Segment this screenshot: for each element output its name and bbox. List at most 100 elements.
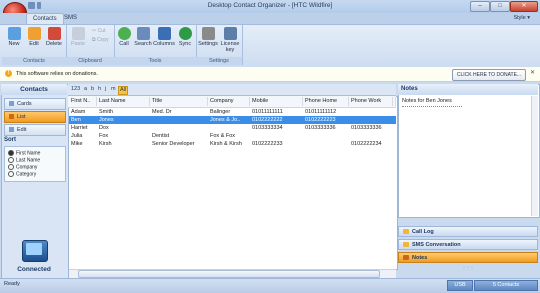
scrollbar-thumb[interactable]: [78, 270, 380, 278]
table-cell: [349, 116, 393, 124]
table-cell: Adam: [71, 109, 86, 115]
call-log-button[interactable]: Call Log: [398, 226, 538, 237]
nav-edit[interactable]: Edit: [4, 124, 66, 136]
column-header[interactable]: Title: [150, 97, 208, 106]
donation-message: This software relies on donations.: [16, 71, 98, 77]
letter-filter-b[interactable]: b: [90, 86, 95, 93]
pane-grip-icon[interactable]: ⋮⋮⋮: [398, 265, 538, 270]
table-cell: Senior Developer: [152, 141, 195, 147]
sms-conversation-button[interactable]: SMS Conversation: [398, 239, 538, 250]
sync-icon: [178, 27, 192, 40]
search-button[interactable]: Search: [133, 27, 153, 47]
settings-label: Settings: [198, 41, 218, 47]
table-cell: [250, 132, 303, 140]
sort-last-name-radio[interactable]: Last Name: [8, 157, 40, 163]
table-cell: 0102222223: [305, 117, 336, 123]
notes-separator: [402, 106, 462, 107]
table-cell: 0102222222: [252, 117, 283, 123]
column-header[interactable]: F: [393, 97, 396, 106]
new-button[interactable]: New: [4, 27, 24, 47]
table-cell: [393, 140, 396, 148]
letter-filter-123[interactable]: 123: [70, 86, 81, 93]
radio-dot-icon: [8, 150, 14, 156]
letter-filter-j[interactable]: j: [104, 86, 107, 93]
cut-button[interactable]: ✂ Cut: [92, 28, 105, 34]
table-cell: Jones: [99, 117, 114, 123]
table-cell: Dox: [99, 125, 109, 131]
letter-filter-m[interactable]: m: [110, 86, 117, 93]
paste-icon: [71, 27, 85, 40]
nav-edit-label: Edit: [17, 127, 27, 133]
settings-button[interactable]: Settings: [197, 27, 219, 47]
nav-list-label: List: [17, 114, 26, 120]
sort-company-radio[interactable]: Company: [8, 164, 37, 170]
table-cell: [393, 124, 396, 132]
notes-textarea[interactable]: Notes for Ben Jones: [402, 98, 452, 104]
radio-dot-icon: [8, 157, 14, 163]
notes-button[interactable]: Notes: [398, 252, 538, 263]
edit-button[interactable]: Edit: [24, 27, 44, 47]
ribbon-group-tools: Call Search Columns Sync Tools: [114, 25, 197, 65]
paste-label: Paste: [70, 41, 86, 47]
license-label: License key: [220, 41, 240, 53]
license-key-button[interactable]: License key: [220, 27, 240, 53]
sync-button[interactable]: Sync: [175, 27, 195, 47]
copy-button[interactable]: ⧉ Copy: [92, 37, 109, 43]
table-row[interactable]: Adam Smith Med. Dr Balinger 01011111111 01011…: [69, 108, 396, 116]
column-header[interactable]: Mobile: [250, 97, 303, 106]
nav-list[interactable]: List: [4, 111, 66, 123]
folder-icon: [403, 229, 409, 235]
style-menu[interactable]: Style ▾: [513, 13, 530, 24]
notes-vertical-scrollbar[interactable]: [531, 96, 538, 216]
paste-button[interactable]: Paste: [68, 27, 88, 47]
delete-button[interactable]: Delete: [44, 27, 64, 47]
table-cell: [208, 124, 250, 132]
table-row[interactable]: Harriet Dox 0103333334 0103333336 0103333336: [69, 124, 396, 132]
close-infobar-icon[interactable]: ✕: [530, 69, 535, 76]
letter-filter-a[interactable]: a: [83, 86, 88, 93]
letter-filter-all[interactable]: All: [118, 86, 129, 95]
status-ready: Ready: [4, 281, 20, 287]
table-cell: Jones & Jo..: [210, 117, 241, 123]
column-header[interactable]: Phone Work: [349, 97, 393, 106]
sort-category-radio[interactable]: Category: [8, 171, 36, 177]
columns-icon: [157, 27, 171, 40]
maximize-button[interactable]: □: [490, 1, 510, 12]
table-cell: Ben: [71, 117, 81, 123]
table-cell: [150, 116, 208, 124]
cards-icon: [9, 101, 14, 107]
table-cell: [393, 108, 396, 116]
column-header[interactable]: Phone Home: [303, 97, 349, 106]
sms-conversation-label: SMS Conversation: [412, 242, 461, 248]
tab-sms[interactable]: SMS: [58, 13, 83, 24]
close-button[interactable]: ✕: [510, 1, 538, 12]
sort-first-name-radio[interactable]: First Name: [8, 150, 40, 156]
search-icon: [136, 27, 150, 40]
dropdown-icon[interactable]: [37, 2, 41, 9]
search-label: Search: [134, 41, 152, 47]
table-row[interactable]: Ben Jones Jones & Jo.. 0102222222 0102222223: [69, 116, 396, 124]
status-connection: USB: [447, 280, 473, 291]
column-header[interactable]: Last Name: [97, 97, 150, 106]
columns-button[interactable]: Columns: [153, 27, 175, 47]
ribbon-group-settings: Settings License key Settings: [196, 25, 243, 65]
table-cell: [349, 132, 393, 140]
table-cell: 0103333336: [305, 125, 336, 131]
radio-dot-icon: [8, 171, 14, 177]
minimize-button[interactable]: –: [470, 1, 490, 12]
table-row[interactable]: Mike Kirsh Senior Developer Kirsh & Kirsh 01…: [69, 140, 396, 148]
nav-cards[interactable]: Cards: [4, 98, 66, 110]
column-header[interactable]: Company: [208, 97, 250, 106]
save-icon[interactable]: [28, 2, 35, 9]
ribbon-group-clipboard: Paste ✂ Cut ⧉ Copy Clipboard: [66, 25, 115, 65]
edit-contact-icon: [27, 27, 41, 40]
edit-icon: [9, 127, 14, 133]
letter-filter-h[interactable]: h: [97, 86, 102, 93]
phone-call-icon: [117, 27, 131, 40]
table-cell: 0103333336: [351, 125, 382, 131]
column-header[interactable]: First N..: [69, 97, 97, 106]
table-row[interactable]: Julia Fox Dentist Fox & Fox: [69, 132, 396, 140]
donate-button[interactable]: CLICK HERE TO DONATE...: [452, 69, 526, 81]
call-button[interactable]: Call: [114, 27, 134, 47]
table-cell: Balinger: [210, 109, 231, 115]
